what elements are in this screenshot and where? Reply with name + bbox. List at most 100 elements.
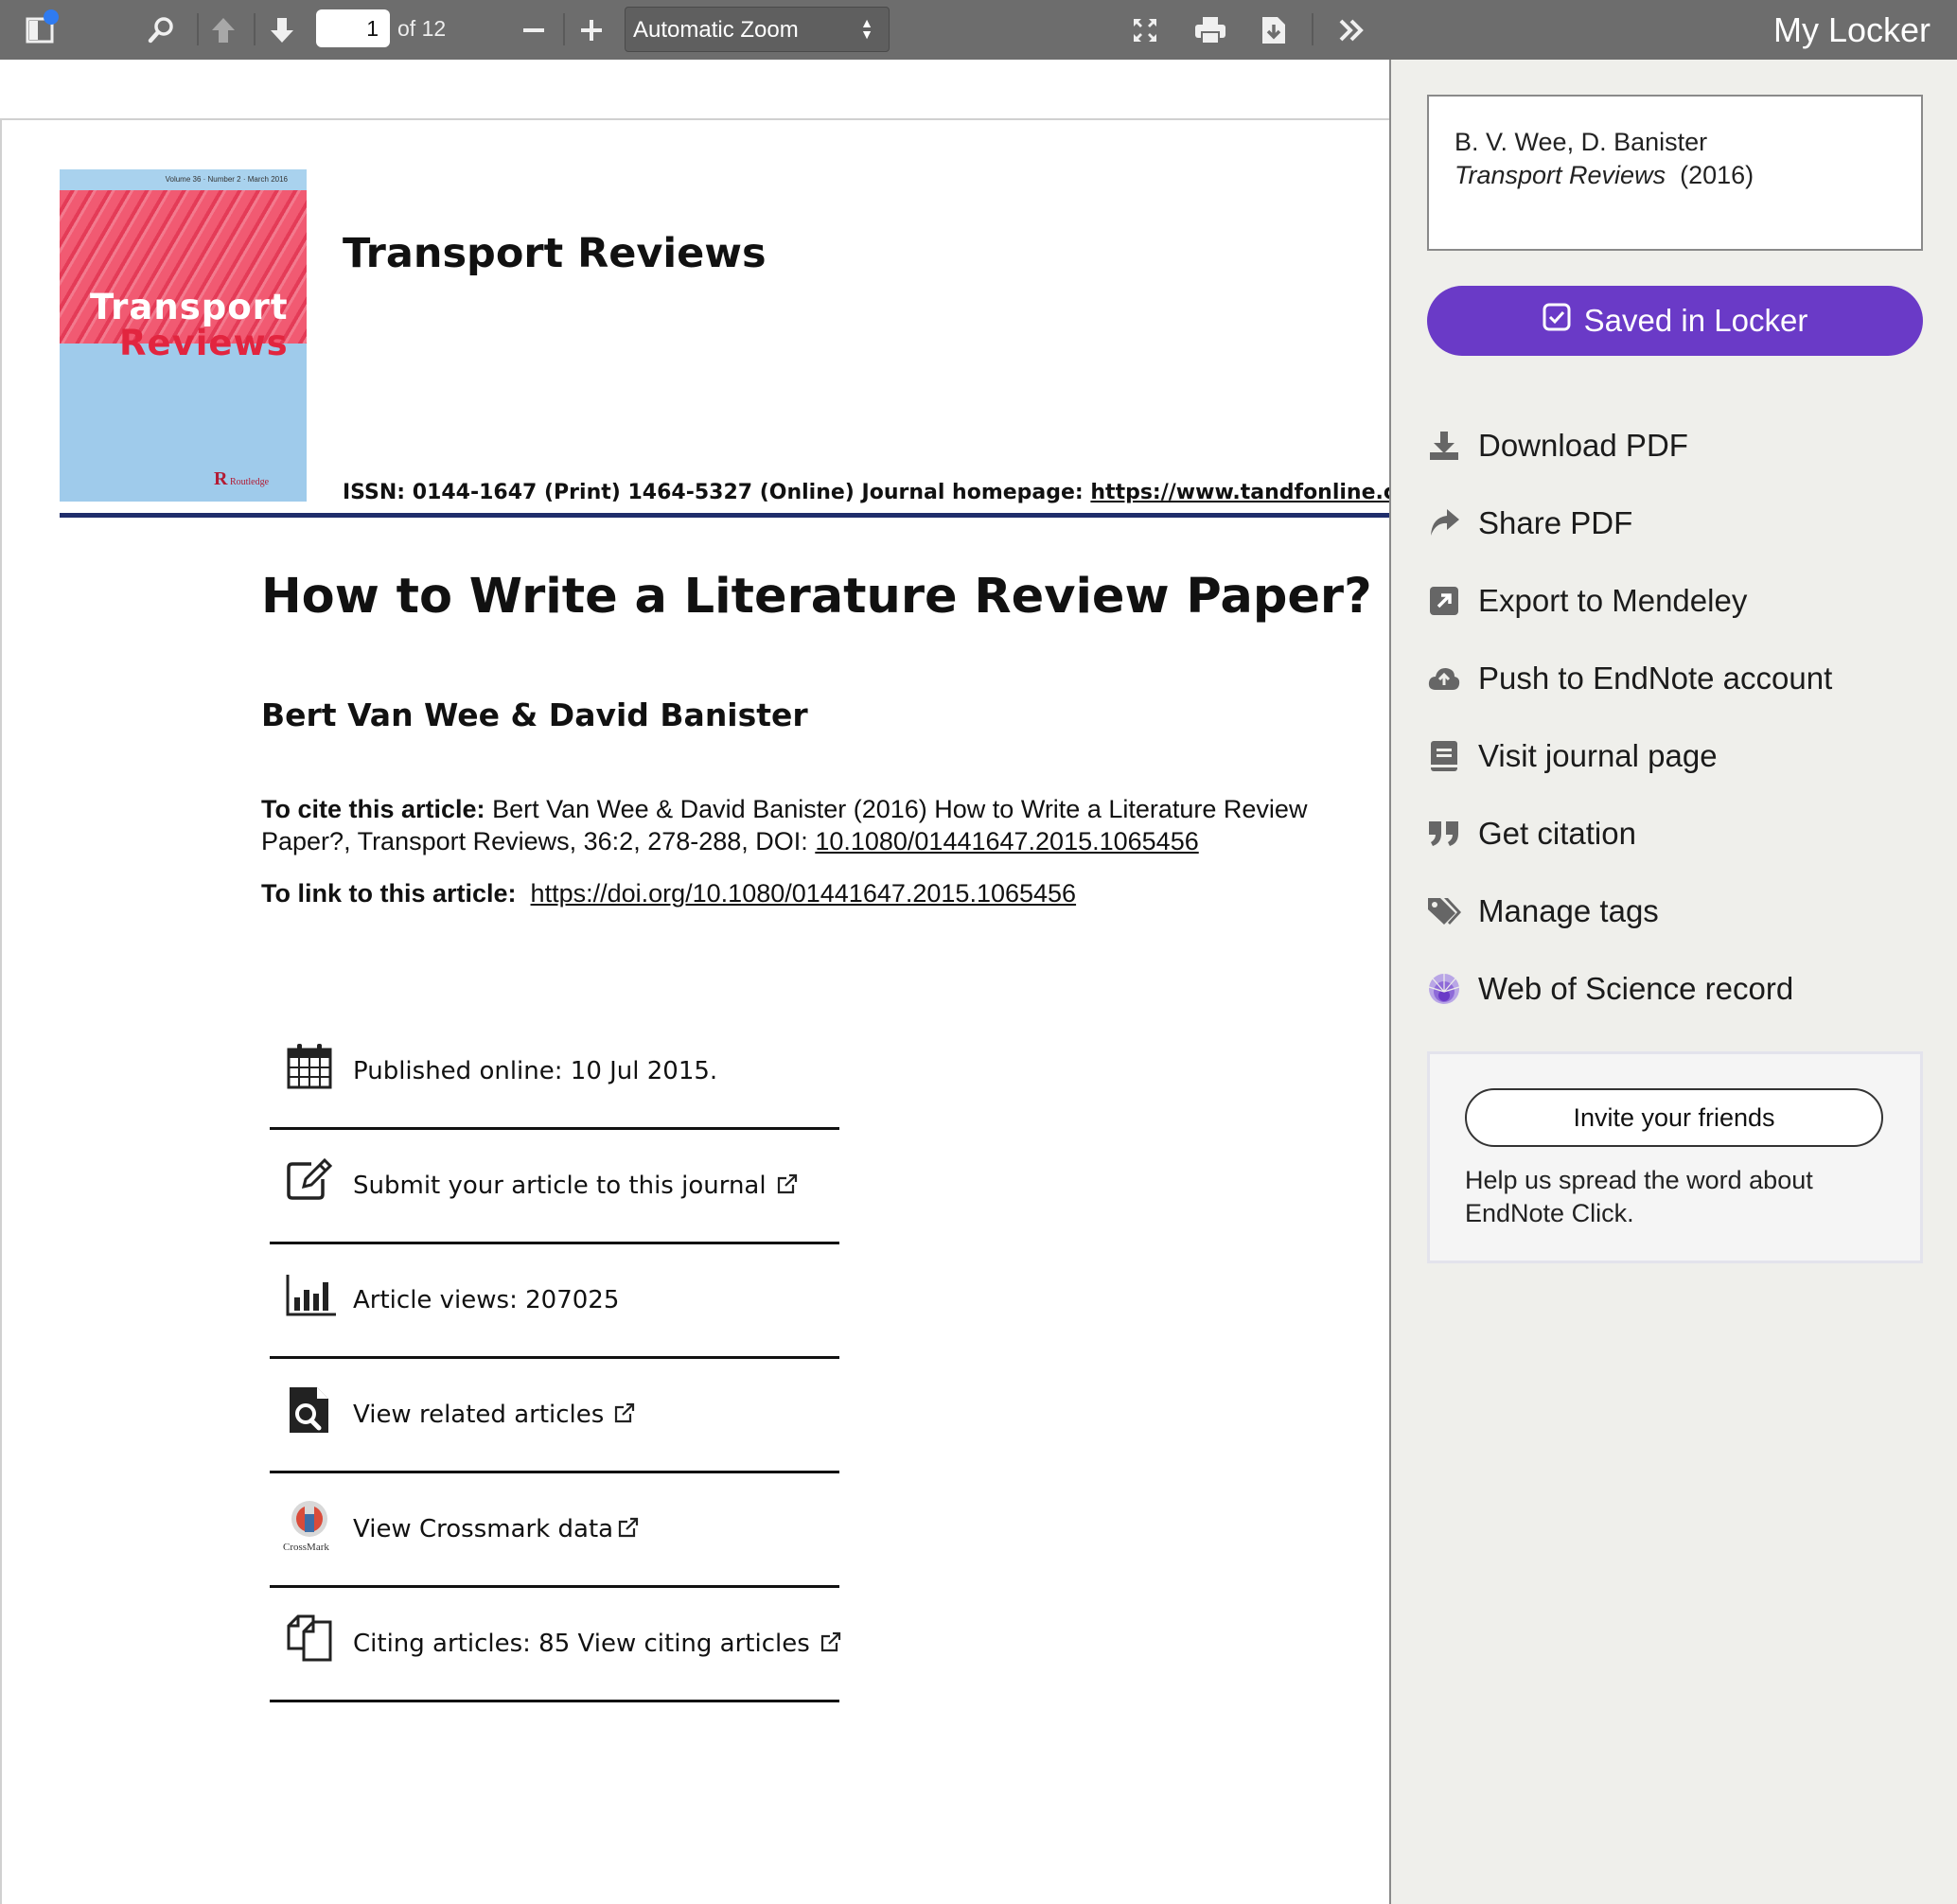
crossmark-text[interactable]: View Crossmark data [353, 1515, 640, 1545]
external-link-icon [776, 1172, 799, 1202]
info-citing-articles[interactable]: Citing articles: 85 View citing articles [270, 1588, 842, 1702]
zoom-value: Automatic Zoom [633, 17, 799, 43]
page-border-left [0, 118, 2, 1904]
tags-icon [1427, 894, 1461, 928]
menu-export-mendeley[interactable]: Export to Mendeley [1427, 562, 1938, 640]
search-icon[interactable] [142, 11, 180, 49]
menu-get-citation[interactable]: Get citation [1427, 795, 1938, 873]
locker-menu: Download PDF Share PDF Export to Mendele… [1427, 407, 1938, 1028]
reference-journal: Transport Reviews (2016) [1455, 161, 1754, 189]
zoom-in-icon[interactable] [573, 11, 610, 49]
issn-line: ISSN: 0144-1647 (Print) 1464-5327 (Onlin… [343, 481, 1549, 504]
saved-in-locker-button[interactable]: Saved in Locker [1427, 286, 1923, 356]
tools-menu-icon[interactable] [1332, 11, 1370, 49]
publisher-logo: R Routledge [214, 468, 270, 489]
menu-label: Get citation [1478, 816, 1636, 851]
crossmark-icon: CrossMark [283, 1500, 334, 1553]
menu-manage-tags[interactable]: Manage tags [1427, 873, 1938, 950]
search-document-icon [285, 1385, 334, 1435]
cover-title-line2: Reviews [119, 323, 289, 363]
citing-articles-text[interactable]: Citing articles: 85 View citing articles [353, 1630, 842, 1660]
external-link-icon [617, 1516, 640, 1545]
zoom-out-icon[interactable] [515, 11, 553, 49]
cite-label: To cite this article: [261, 795, 485, 823]
pdf-viewer[interactable]: Volume 36 · Number 2 · March 2016 Transp… [0, 60, 1548, 1904]
external-link-icon [820, 1631, 842, 1660]
invite-box: Invite your friends Help us spread the w… [1427, 1051, 1923, 1263]
share-icon [1427, 506, 1461, 540]
doi-link[interactable]: 10.1080/01441647.2015.1065456 [815, 827, 1198, 855]
header-rule [60, 513, 1389, 518]
select-arrows-icon: ▲ ▼ [860, 15, 873, 42]
crossmark-caption: CrossMark [283, 1542, 329, 1553]
menu-share-pdf[interactable]: Share PDF [1427, 485, 1938, 562]
next-page-icon[interactable] [263, 11, 301, 49]
menu-label: Export to Mendeley [1478, 583, 1748, 618]
reference-card: B. V. Wee, D. Banister Transport Reviews… [1427, 95, 1923, 251]
menu-label: Visit journal page [1478, 738, 1718, 773]
presentation-mode-icon[interactable] [1126, 11, 1164, 49]
info-published-online: Published online: 10 Jul 2015. [270, 1015, 839, 1130]
article-views-text: Article views: 207025 [353, 1286, 620, 1314]
external-link-icon [613, 1402, 636, 1431]
menu-label: Share PDF [1478, 505, 1633, 540]
page-count: of 12 [397, 16, 447, 41]
article-info-list: Published online: 10 Jul 2015. Submit yo… [270, 1015, 842, 1702]
checkbox-checked-icon [1543, 303, 1571, 339]
panel-title: My Locker [1772, 10, 1931, 49]
menu-visit-journal[interactable]: Visit journal page [1427, 717, 1938, 795]
link-label: To link to this article: [261, 879, 517, 908]
article-doi-url[interactable]: https://doi.org/10.1080/01441647.2015.10… [531, 879, 1077, 908]
journal-title: Transport Reviews [343, 230, 767, 277]
citing-articles-icon [285, 1614, 334, 1664]
reference-authors: B. V. Wee, D. Banister [1455, 128, 1708, 156]
download-icon [1427, 429, 1461, 463]
download-icon[interactable] [1255, 11, 1293, 49]
page-number-input[interactable] [316, 9, 390, 47]
zoom-select[interactable]: Automatic Zoom ▲ ▼ [625, 7, 890, 52]
toolbar-separator [563, 13, 565, 45]
invite-friends-button[interactable]: Invite your friends [1465, 1088, 1883, 1147]
saved-in-locker-label: Saved in Locker [1583, 303, 1808, 338]
citation-block: To cite this article: Bert Van Wee & Dav… [261, 793, 1368, 857]
published-online-text: Published online: 10 Jul 2015. [353, 1057, 718, 1085]
toolbar-separator [1312, 13, 1313, 45]
menu-push-endnote[interactable]: Push to EndNote account [1427, 640, 1938, 717]
related-articles-text[interactable]: View related articles [353, 1401, 636, 1431]
submit-article-text[interactable]: Submit your article to this journal [353, 1172, 799, 1202]
article-authors: Bert Van Wee & David Banister [261, 696, 808, 733]
quote-icon [1427, 817, 1461, 851]
previous-page-icon[interactable] [204, 11, 242, 49]
cover-title-line1: Transport [90, 287, 289, 327]
menu-label: Manage tags [1478, 893, 1659, 928]
menu-label: Push to EndNote account [1478, 661, 1833, 696]
menu-label: Web of Science record [1478, 971, 1794, 1006]
cloud-upload-icon [1427, 661, 1461, 696]
web-of-science-icon [1427, 972, 1461, 1006]
info-article-views: Article views: 207025 [270, 1244, 839, 1359]
menu-web-of-science[interactable]: Web of Science record [1427, 950, 1938, 1028]
article-title: How to Write a Literature Review Paper? [261, 569, 1372, 625]
my-locker-panel: B. V. Wee, D. Banister Transport Reviews… [1389, 60, 1957, 1904]
export-icon [1427, 584, 1461, 618]
info-submit-article[interactable]: Submit your article to this journal [270, 1130, 839, 1244]
pdf-toolbar: of 12 Automatic Zoom ▲▼ My Locker [0, 0, 1957, 60]
notification-dot [44, 9, 59, 25]
menu-download-pdf[interactable]: Download PDF [1427, 407, 1938, 485]
toolbar-separator [197, 13, 199, 45]
info-crossmark[interactable]: CrossMark View Crossmark data [270, 1473, 839, 1588]
toolbar-separator [254, 13, 256, 45]
edit-icon [285, 1156, 334, 1206]
menu-label: Download PDF [1478, 428, 1688, 463]
cover-issue-info: Volume 36 · Number 2 · March 2016 [60, 169, 307, 190]
invite-description: Help us spread the word about EndNote Cl… [1465, 1166, 1813, 1227]
sidebar-toggle-icon[interactable] [21, 9, 59, 49]
calendar-icon [285, 1042, 334, 1091]
article-link-line: To link to this article: https://doi.org… [261, 879, 1076, 908]
print-icon[interactable] [1190, 11, 1231, 49]
book-icon [1427, 739, 1461, 773]
bar-chart-icon [285, 1271, 336, 1320]
page-border-top [0, 118, 1389, 120]
info-related-articles[interactable]: View related articles [270, 1359, 839, 1473]
journal-cover-image: Volume 36 · Number 2 · March 2016 Transp… [60, 169, 307, 502]
